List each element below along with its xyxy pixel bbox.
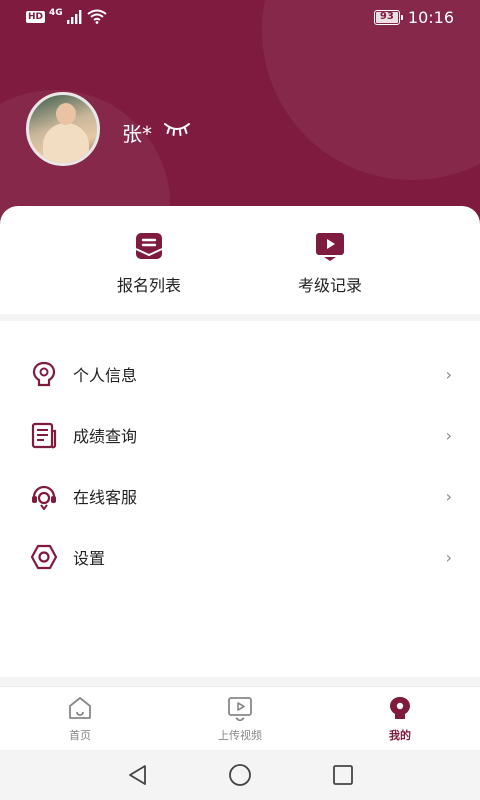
settings-hexagon-icon bbox=[30, 544, 58, 570]
status-bar: HD 4G 93 10:16 bbox=[0, 0, 480, 36]
video-record-icon bbox=[316, 233, 344, 261]
menu-item-personal-info[interactable]: 个人信息 › bbox=[0, 344, 480, 404]
tab-label: 上传视频 bbox=[218, 729, 262, 742]
menu-list: 个人信息 › 成绩查询 › 在线客服 › 设置 › bbox=[0, 321, 480, 677]
registration-list-button[interactable]: 报名列表 bbox=[89, 230, 209, 296]
quick-actions-card: 报名列表 考级记录 bbox=[0, 206, 480, 314]
home-circle-icon[interactable] bbox=[228, 763, 252, 787]
exam-record-button[interactable]: 考级记录 bbox=[270, 230, 390, 296]
network-type: 4G bbox=[49, 7, 63, 18]
chevron-right-icon: › bbox=[445, 364, 452, 384]
hd-badge: HD bbox=[26, 10, 46, 23]
clock: 10:16 bbox=[407, 8, 454, 27]
profile-icon bbox=[390, 697, 410, 719]
document-icon bbox=[31, 422, 57, 449]
tab-mine[interactable]: 我的 bbox=[350, 695, 450, 743]
signal-icon bbox=[66, 9, 82, 24]
menu-item-settings[interactable]: 设置 › bbox=[0, 527, 480, 587]
tab-label: 我的 bbox=[389, 729, 411, 742]
menu-label: 设置 bbox=[73, 549, 106, 568]
tab-label: 首页 bbox=[69, 729, 91, 742]
menu-item-online-service[interactable]: 在线客服 › bbox=[0, 466, 480, 526]
profile-header: HD 4G 93 10:16 张* bbox=[0, 0, 480, 240]
tab-home[interactable]: 首页 bbox=[30, 695, 130, 743]
menu-label: 个人信息 bbox=[73, 366, 138, 385]
customer-service-icon bbox=[32, 485, 56, 510]
menu-label: 在线客服 bbox=[73, 488, 138, 507]
eye-closed-icon[interactable] bbox=[163, 120, 191, 138]
wifi-icon bbox=[87, 9, 107, 24]
system-nav-bar bbox=[0, 750, 480, 800]
home-icon bbox=[69, 697, 91, 719]
chevron-right-icon: › bbox=[445, 425, 452, 445]
username: 张* bbox=[122, 122, 152, 146]
avatar[interactable] bbox=[26, 92, 100, 166]
upload-video-icon bbox=[228, 697, 252, 723]
menu-item-score-query[interactable]: 成绩查询 › bbox=[0, 405, 480, 465]
back-icon[interactable] bbox=[126, 763, 150, 787]
tab-upload-video[interactable]: 上传视频 bbox=[190, 695, 290, 743]
recent-apps-icon[interactable] bbox=[331, 763, 355, 787]
exam-record-label: 考级记录 bbox=[297, 276, 362, 295]
person-info-icon bbox=[32, 361, 56, 387]
envelope-list-icon bbox=[135, 233, 163, 259]
battery-icon: 93 bbox=[373, 10, 403, 25]
menu-label: 成绩查询 bbox=[73, 427, 138, 446]
chevron-right-icon: › bbox=[445, 547, 452, 567]
chevron-right-icon: › bbox=[445, 486, 452, 506]
registration-list-label: 报名列表 bbox=[116, 276, 181, 295]
bottom-tab-bar: 首页 上传视频 我的 bbox=[0, 686, 480, 750]
battery-level: 93 bbox=[379, 11, 394, 22]
